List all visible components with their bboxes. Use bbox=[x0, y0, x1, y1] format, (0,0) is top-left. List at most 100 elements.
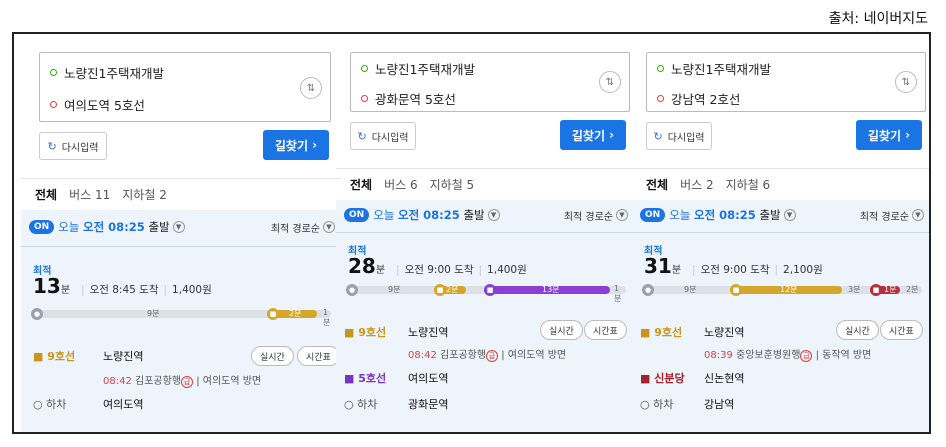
line-name: 하차 bbox=[46, 398, 67, 411]
retry-label: 다시입력 bbox=[61, 142, 99, 154]
line-name: 5호선 bbox=[358, 372, 387, 385]
station-name: 노량진역 bbox=[103, 350, 144, 363]
destination-field[interactable]: 여의도역 5호선 bbox=[50, 95, 145, 114]
find-route-button[interactable]: 길찾기 › bbox=[856, 120, 922, 150]
step-transfer: ■ 5호선 bbox=[344, 370, 386, 386]
divider bbox=[21, 246, 341, 247]
route-panel-2: 노량진1주택재개발 광화문역 5호선 ⇅ ↻ 다시입력 길찾기 › 전체 버스 6… bbox=[336, 42, 634, 432]
swap-icon[interactable]: ⇅ bbox=[895, 71, 917, 93]
realtime-button[interactable]: 실시간 bbox=[540, 320, 583, 340]
on-toggle[interactable]: ON bbox=[344, 208, 370, 222]
chevron-down-icon[interactable]: ▼ bbox=[487, 209, 500, 221]
swap-icon[interactable]: ⇅ bbox=[300, 77, 322, 99]
find-route-button[interactable]: 길찾기 › bbox=[560, 120, 626, 150]
retry-button[interactable]: ↻ 다시입력 bbox=[646, 122, 712, 150]
station-name: 강남역 bbox=[704, 398, 735, 411]
destination-field[interactable]: 광화문역 5호선 bbox=[361, 89, 456, 108]
tab-subway[interactable]: 지하철 5 bbox=[430, 176, 475, 193]
timetable-button[interactable]: 시간표 bbox=[880, 320, 923, 340]
subway-icon: ■ bbox=[870, 284, 882, 296]
retry-button[interactable]: ↻ 다시입력 bbox=[39, 132, 107, 160]
line-label: ■ 9호선 bbox=[33, 350, 76, 363]
sort-label: 최적 경로순 bbox=[859, 211, 909, 223]
on-toggle[interactable]: ON bbox=[29, 220, 55, 234]
tab-subway[interactable]: 지하철 6 bbox=[726, 176, 771, 193]
departure-time[interactable]: 오전 08:25 bbox=[694, 207, 756, 223]
chevron-down-icon: ▼ bbox=[323, 221, 335, 233]
station-name: 광화문역 bbox=[408, 398, 449, 411]
destination-field[interactable]: 강남역 2호선 bbox=[657, 89, 740, 108]
origin-field[interactable]: 노량진1주택재개발 bbox=[50, 63, 164, 82]
result-area: ON 오늘 오전 08:25 출발 ▼ 최적 경로순 ▼ 최적 31 분 | 오전 … bbox=[632, 200, 929, 432]
chevron-down-icon[interactable]: ▼ bbox=[172, 221, 185, 233]
retry-button[interactable]: ↻ 다시입력 bbox=[350, 122, 416, 150]
retry-label: 다시입력 bbox=[667, 132, 705, 144]
search-box: 노량진1주택재개발 강남역 2호선 ⇅ bbox=[646, 52, 926, 112]
sort-select[interactable]: 최적 경로순 ▼ bbox=[564, 208, 628, 223]
walk-duration: 3분 bbox=[848, 285, 861, 294]
minutes-unit: 분 bbox=[60, 285, 71, 296]
route-summary[interactable]: 31 분 | 오전 9:00 도착 | 2,100원 bbox=[644, 254, 823, 278]
tab-subway[interactable]: 지하철 2 bbox=[122, 186, 167, 203]
arrival-time: 오전 8:45 도착 bbox=[89, 284, 159, 296]
subway-icon: ■ bbox=[267, 308, 279, 320]
line-name: 하차 bbox=[357, 398, 378, 411]
realtime-button[interactable]: 실시간 bbox=[251, 346, 294, 366]
departure-time[interactable]: 오전 08:25 bbox=[83, 219, 145, 235]
ride-duration: 1분 bbox=[884, 285, 897, 294]
route-panel-1: 노량진1주택재개발 여의도역 5호선 ⇅ ↻ 다시입력 길찾기 › 전체 버스 1… bbox=[21, 42, 341, 432]
find-route-button[interactable]: 길찾기 › bbox=[263, 130, 329, 160]
route-summary[interactable]: 13 분 | 오전 8:45 도착 | 1,400원 bbox=[33, 274, 212, 298]
sort-label: 최적 경로순 bbox=[563, 211, 613, 223]
destination-dot-icon bbox=[50, 101, 57, 108]
refresh-icon: ↻ bbox=[653, 129, 663, 143]
walk-icon: ● bbox=[31, 308, 43, 320]
source-caption: 출처: 네이버지도 bbox=[828, 11, 928, 27]
fare: 2,100원 bbox=[783, 264, 823, 276]
tab-all[interactable]: 전체 bbox=[35, 186, 57, 203]
tab-bus[interactable]: 버스 2 bbox=[680, 176, 714, 193]
retry-label: 다시입력 bbox=[371, 132, 409, 144]
on-toggle[interactable]: ON bbox=[640, 208, 666, 222]
find-route-label: 길찾기 bbox=[571, 128, 605, 143]
ride-duration: 12분 bbox=[780, 285, 798, 294]
step-board: ■ 9호선 bbox=[344, 324, 386, 340]
departure-row: ON 오늘 오전 08:25 출발 ▼ 최적 경로순 ▼ bbox=[344, 204, 628, 226]
total-minutes: 31 bbox=[644, 254, 672, 278]
origin-field[interactable]: 노량진1주택재개발 bbox=[361, 59, 475, 78]
line-name: 신분당 bbox=[654, 372, 685, 385]
station-name: 노량진역 bbox=[704, 326, 745, 339]
timetable-button[interactable]: 시간표 bbox=[297, 346, 340, 366]
tab-all[interactable]: 전체 bbox=[350, 176, 372, 193]
line-label: ○ 하차 bbox=[640, 398, 674, 411]
line-name: 9호선 bbox=[358, 326, 387, 339]
sort-select[interactable]: 최적 경로순 ▼ bbox=[271, 220, 335, 235]
walk-duration: 9분 bbox=[388, 285, 401, 294]
timetable-button[interactable]: 시간표 bbox=[584, 320, 627, 340]
search-box: 노량진1주택재개발 여의도역 5호선 ⇅ bbox=[39, 52, 331, 122]
train-direction: 김포공항행 bbox=[440, 350, 487, 361]
origin-dot-icon bbox=[50, 69, 57, 76]
divider: | bbox=[81, 284, 85, 296]
destination-text: 여의도역 5호선 bbox=[64, 98, 145, 113]
train-time: 08:42 bbox=[408, 350, 437, 361]
realtime-button[interactable]: 실시간 bbox=[836, 320, 879, 340]
origin-text: 노량진1주택재개발 bbox=[64, 66, 164, 81]
chevron-down-icon[interactable]: ▼ bbox=[783, 209, 796, 221]
departure-time[interactable]: 오전 08:25 bbox=[398, 207, 460, 223]
destination-text: 광화문역 5호선 bbox=[375, 92, 456, 107]
tab-bus[interactable]: 버스 6 bbox=[384, 176, 418, 193]
fare: 1,400원 bbox=[487, 264, 527, 276]
swap-icon[interactable]: ⇅ bbox=[599, 71, 621, 93]
tab-bus[interactable]: 버스 11 bbox=[69, 186, 110, 203]
route-summary[interactable]: 28 분 | 오전 9:00 도착 | 1,400원 bbox=[348, 254, 527, 278]
origin-field[interactable]: 노량진1주택재개발 bbox=[657, 59, 771, 78]
route-timeline: ● 9분 ■ 2분 ■ 13분 1분 bbox=[346, 284, 626, 303]
screenshot-frame: 노량진1주택재개발 여의도역 5호선 ⇅ ↻ 다시입력 길찾기 › 전체 버스 1… bbox=[12, 32, 931, 434]
line-label: ■ 9호선 bbox=[640, 326, 683, 339]
express-badge: 급 bbox=[181, 376, 194, 388]
destination-dot-icon bbox=[361, 95, 368, 102]
line-label: ■ 신분당 bbox=[640, 372, 685, 385]
tab-all[interactable]: 전체 bbox=[646, 176, 668, 193]
sort-select[interactable]: 최적 경로순 ▼ bbox=[860, 208, 924, 223]
